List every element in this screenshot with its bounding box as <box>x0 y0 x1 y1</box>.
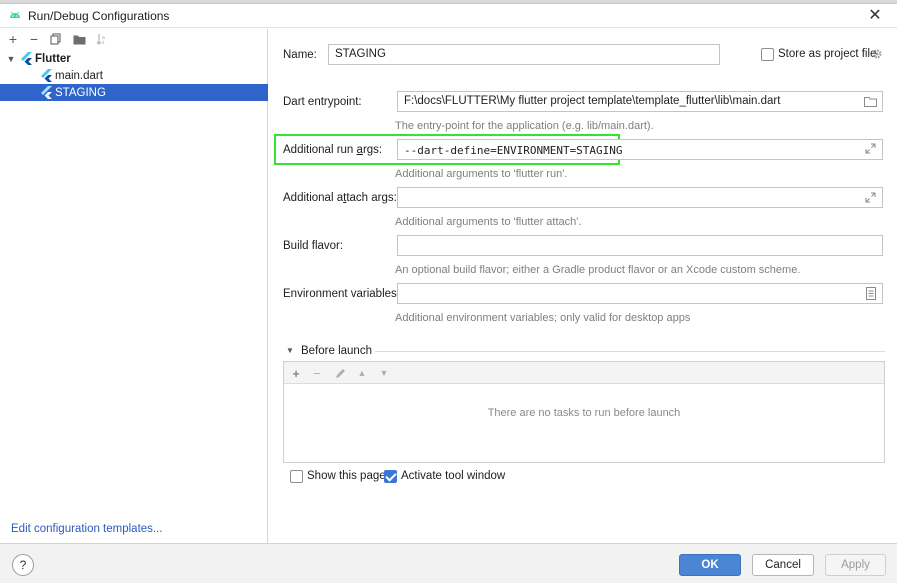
store-project-label: Store as project file <box>778 48 877 60</box>
move-up-icon[interactable]: ▲ <box>353 364 371 382</box>
env-vars-hint: Additional environment variables; only v… <box>395 312 691 324</box>
edit-templates-link[interactable]: Edit configuration templates... <box>11 523 163 535</box>
tree-item-label: main.dart <box>55 69 103 82</box>
section-divider <box>375 351 885 352</box>
chevron-down-icon[interactable]: ▼ <box>286 346 294 355</box>
remove-icon[interactable]: − <box>25 30 43 48</box>
chevron-down-icon[interactable]: ▼ <box>6 54 16 64</box>
tree-group-label: Flutter <box>35 52 71 65</box>
attach-args-label: Additional attach args: <box>283 192 397 204</box>
activate-tool-checkbox[interactable] <box>384 470 397 483</box>
help-button[interactable]: ? <box>12 554 34 576</box>
add-icon[interactable]: + <box>4 30 22 48</box>
expand-icon[interactable] <box>865 143 876 154</box>
run-args-hint: Additional arguments to 'flutter run'. <box>395 168 568 180</box>
before-launch-empty: There are no tasks to run before launch <box>487 407 681 419</box>
build-flavor-label: Build flavor: <box>283 240 344 252</box>
sort-icon[interactable]: az <box>93 30 111 48</box>
gear-icon[interactable] <box>871 48 883 60</box>
close-icon[interactable]: ✕ <box>865 6 885 26</box>
sidebar-toolbar: + − az <box>0 29 268 49</box>
tree-group-flutter[interactable]: ▼ Flutter <box>0 50 268 67</box>
apply-button[interactable]: Apply <box>825 554 886 576</box>
attach-args-field[interactable] <box>397 187 883 208</box>
env-vars-label: Environment variables: <box>283 288 400 300</box>
browse-list-icon[interactable] <box>866 287 876 300</box>
store-project-checkbox[interactable] <box>761 48 774 61</box>
build-flavor-field[interactable] <box>397 235 883 256</box>
tree-item-label: STAGING <box>55 86 106 99</box>
title-bar: Run/Debug Configurations ✕ <box>0 4 897 28</box>
show-page-checkbox[interactable] <box>290 470 303 483</box>
ok-button[interactable]: OK <box>679 554 741 576</box>
move-down-icon[interactable]: ▼ <box>375 364 393 382</box>
cancel-button[interactable]: Cancel <box>752 554 814 576</box>
entrypoint-hint: The entry-point for the application (e.g… <box>395 120 654 132</box>
configuration-form: Name: STAGING Store as project file Dart… <box>269 29 897 543</box>
env-vars-field[interactable] <box>397 283 883 304</box>
add-task-icon[interactable]: + <box>287 364 305 382</box>
flutter-config-icon <box>41 69 52 82</box>
before-launch-toolbar: + − ▲ ▼ <box>284 362 884 384</box>
before-launch-title[interactable]: Before launch <box>301 345 372 357</box>
tree-item-staging[interactable]: STAGING <box>0 84 268 101</box>
edit-task-icon[interactable] <box>331 364 349 382</box>
folder-browse-icon[interactable] <box>864 96 877 107</box>
folder-icon[interactable] <box>70 30 88 48</box>
flutter-icon <box>21 52 32 65</box>
entrypoint-label: Dart entrypoint: <box>283 96 362 108</box>
remove-task-icon[interactable]: − <box>308 364 326 382</box>
name-field[interactable]: STAGING <box>328 44 720 65</box>
build-flavor-hint: An optional build flavor; either a Gradl… <box>395 264 801 276</box>
android-icon <box>10 11 20 18</box>
activate-tool-label: Activate tool window <box>401 470 506 482</box>
expand-icon[interactable] <box>865 192 876 203</box>
attach-args-hint: Additional arguments to 'flutter attach'… <box>395 216 582 228</box>
before-launch-panel: + − ▲ ▼ There are no tasks to run before… <box>283 361 885 463</box>
show-page-label: Show this page <box>307 470 386 482</box>
name-label: Name: <box>283 49 317 61</box>
run-args-field[interactable]: --dart-define=ENVIRONMENT=STAGING <box>397 139 883 160</box>
tree-item-main-dart[interactable]: main.dart <box>0 67 268 84</box>
dialog-footer: ? OK Cancel Apply <box>0 543 897 583</box>
entrypoint-field[interactable]: F:\docs\FLUTTER\My flutter project templ… <box>397 91 883 112</box>
run-args-label: Additional run args: <box>283 144 383 156</box>
window-title: Run/Debug Configurations <box>28 9 170 23</box>
configurations-sidebar: + − az ▼ Flutter main.dart STAGING Edit … <box>0 29 268 543</box>
flutter-config-icon <box>41 86 52 99</box>
copy-icon[interactable] <box>47 30 65 48</box>
